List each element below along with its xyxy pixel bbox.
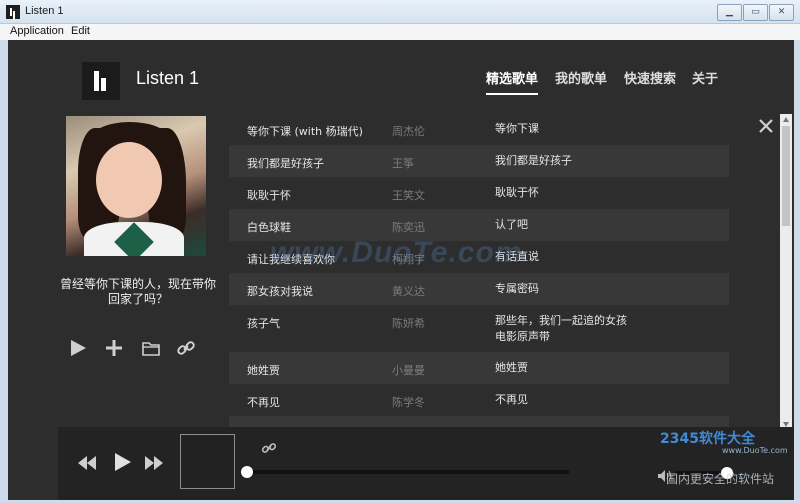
- song-title: 不再见: [247, 396, 280, 409]
- song-row[interactable]: 耿耿于怀 王笑文 耿耿于怀: [229, 177, 729, 209]
- add-icon[interactable]: [104, 338, 124, 358]
- menubar: Application Edit: [0, 24, 800, 40]
- maximize-button[interactable]: ▭: [743, 4, 768, 21]
- song-artist[interactable]: 王筝: [392, 155, 414, 171]
- song-album[interactable]: 认了吧: [495, 217, 640, 233]
- minimize-button[interactable]: ▁: [717, 4, 742, 21]
- song-row[interactable]: 孩子气 陈妍希 那些年，我们一起追的女孩 电影原声带: [229, 305, 729, 352]
- playlist-caption: 曾经等你下课的人，现在带你回家了吗？: [59, 277, 216, 306]
- song-artist[interactable]: 黄义达: [392, 283, 425, 299]
- previous-track-icon[interactable]: [77, 455, 97, 474]
- song-list: 等你下课 (with 杨瑞代) 周杰伦 等你下课 我们都是好孩子 王筝 我们都是…: [229, 113, 729, 428]
- song-artist[interactable]: 陈奕迅: [392, 219, 425, 235]
- song-title: 她姓贾: [247, 364, 280, 377]
- song-row[interactable]: 我们都是好孩子 王筝 我们都是好孩子: [229, 145, 729, 177]
- scroll-up-icon[interactable]: [783, 117, 789, 122]
- nav-my-playlists[interactable]: 我的歌单: [555, 68, 607, 87]
- watermark-slogan: 国内更安全的软件站: [666, 472, 775, 486]
- link-icon[interactable]: [176, 338, 196, 358]
- song-title: 我们都是好孩子: [247, 157, 324, 170]
- nav-featured-playlists[interactable]: 精选歌单: [486, 68, 539, 95]
- next-track-icon[interactable]: [144, 455, 164, 474]
- progress-track[interactable]: [247, 470, 569, 474]
- app-logo: [82, 62, 120, 100]
- song-album[interactable]: 那些年，我们一起追的女孩 电影原声带: [495, 313, 640, 345]
- play-all-icon[interactable]: [68, 338, 88, 358]
- song-artist[interactable]: 周杰伦: [392, 123, 425, 139]
- window-title: Listen 1: [25, 5, 64, 17]
- play-icon[interactable]: [114, 452, 132, 476]
- song-artist[interactable]: 陈学冬: [392, 394, 425, 410]
- menu-application[interactable]: Application: [10, 25, 64, 37]
- watermark-logo: 2345软件大全: [660, 431, 755, 447]
- song-row[interactable]: 等你下课 (with 杨瑞代) 周杰伦 等你下课: [229, 113, 729, 145]
- song-title: 孩子气: [247, 317, 280, 330]
- song-list-scrollbar[interactable]: [780, 114, 792, 430]
- window-titlebar: Listen 1 ▁ ▭ ✕: [0, 0, 800, 24]
- song-artist[interactable]: 小曼曼: [392, 362, 425, 378]
- share-link-icon[interactable]: [261, 440, 277, 459]
- folder-icon[interactable]: [141, 338, 161, 358]
- song-title: 白色球鞋: [247, 221, 291, 234]
- playlist-cover-image: [66, 116, 206, 256]
- brand-title: Listen 1: [136, 68, 200, 88]
- song-album[interactable]: 不再见: [495, 392, 640, 408]
- nav-quick-search[interactable]: 快速搜索: [624, 68, 676, 87]
- now-playing-artwork: [180, 434, 235, 489]
- song-title: 等你下课 (with 杨瑞代): [247, 125, 363, 138]
- song-artist[interactable]: 王笑文: [392, 187, 425, 203]
- song-album[interactable]: 专属密码: [495, 281, 640, 297]
- song-album[interactable]: 她姓贾: [495, 360, 640, 376]
- watermark-text: www.DuoTe.com: [270, 236, 523, 269]
- close-icon[interactable]: [758, 118, 774, 134]
- song-row[interactable]: 那女孩对我说 黄义达 专属密码: [229, 273, 729, 305]
- menu-edit[interactable]: Edit: [71, 25, 90, 37]
- song-title: 那女孩对我说: [247, 285, 313, 298]
- song-artist[interactable]: 陈妍希: [392, 315, 425, 331]
- song-row[interactable]: 不再见 陈学冬 不再见: [229, 384, 729, 416]
- app-icon: [6, 5, 20, 19]
- song-album[interactable]: 等你下课: [495, 121, 640, 137]
- song-album[interactable]: 耿耿于怀: [495, 185, 640, 201]
- close-window-button[interactable]: ✕: [769, 4, 794, 21]
- song-row[interactable]: 她姓贾 小曼曼 她姓贾: [229, 352, 729, 384]
- progress-knob[interactable]: [241, 466, 253, 478]
- scroll-thumb[interactable]: [782, 126, 790, 226]
- watermark-url: www.DuoTe.com: [722, 446, 788, 455]
- song-title: 耿耿于怀: [247, 189, 291, 202]
- nav-about[interactable]: 关于: [692, 68, 718, 87]
- song-album[interactable]: 我们都是好孩子: [495, 153, 640, 169]
